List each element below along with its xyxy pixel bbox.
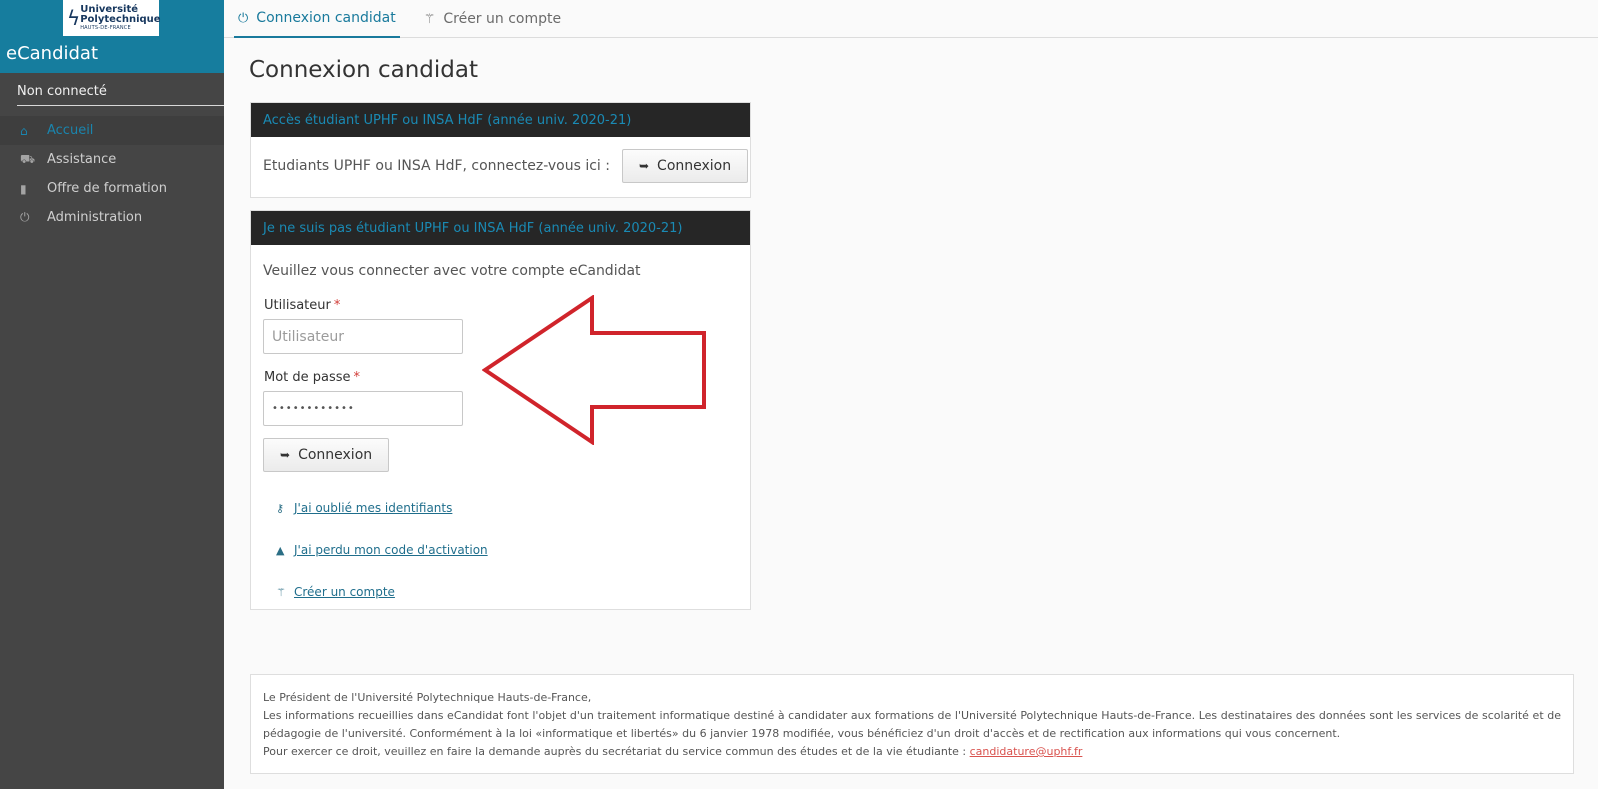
- power-icon: ⏻: [238, 10, 249, 26]
- username-label: Utilisateur *: [264, 298, 341, 313]
- sidebar-item-assistance[interactable]: ⛟ Assistance: [0, 145, 224, 174]
- tab-label: Connexion candidat: [256, 10, 396, 26]
- university-logo[interactable]: ϟ Université Polytechnique HAUTS-DE-FRAN…: [63, 0, 161, 36]
- username-input[interactable]: [263, 319, 463, 354]
- logo-line-2: Polytechnique: [80, 14, 161, 25]
- sign-in-icon: ➥: [638, 159, 650, 173]
- login-intro: Veuillez vous connecter avec votre compt…: [263, 263, 641, 279]
- sidebar-item-label: Administration: [47, 210, 143, 225]
- tab-label: Créer un compte: [443, 11, 562, 27]
- top-tabs: ⏻ Connexion candidat ⚚ Créer un compte: [224, 0, 1598, 38]
- sidebar-item-label: Offre de formation: [47, 181, 167, 196]
- page-title: Connexion candidat: [249, 57, 479, 83]
- password-input[interactable]: [263, 391, 463, 426]
- privacy-footer: Le Président de l'Université Polytechniq…: [250, 674, 1574, 774]
- lost-activation-code-link[interactable]: J'ai perdu mon code d'activation: [294, 543, 488, 557]
- power-icon: ⏻: [20, 210, 30, 224]
- user-status: Non connecté: [17, 84, 224, 106]
- button-label: Connexion: [657, 158, 732, 174]
- sign-in-icon: ➥: [280, 448, 291, 462]
- create-account-link[interactable]: Créer un compte: [294, 585, 395, 599]
- required-mark: *: [353, 370, 361, 385]
- home-icon: ⌂: [20, 123, 28, 138]
- footer-line-3: Pour exercer ce droit, veuillez en faire…: [263, 745, 967, 758]
- ambulance-icon: ⛟: [20, 151, 36, 166]
- magic-wand-icon: ⚚: [423, 11, 436, 27]
- app-title: eCandidat: [6, 43, 99, 64]
- student-connexion-button[interactable]: ➥ Connexion: [621, 149, 749, 183]
- sidebar-menu: ⌂ Accueil ⛟ Assistance ▮ Offre de format…: [0, 116, 224, 232]
- bookmark-icon: ▮: [20, 181, 27, 196]
- tab-creer-un-compte[interactable]: ⚚ Créer un compte: [420, 0, 565, 38]
- panel-header: Accès étudiant UPHF ou INSA HdF (année u…: [251, 103, 750, 137]
- password-label: Mot de passe *: [264, 370, 361, 385]
- panel-header: Je ne suis pas étudiant UPHF ou INSA HdF…: [251, 211, 750, 245]
- student-login-text: Etudiants UPHF ou INSA HdF, connectez-vo…: [263, 158, 610, 174]
- ecandidat-connexion-button[interactable]: ➥ Connexion: [263, 438, 390, 472]
- footer-line-2: Les informations recueillies dans eCandi…: [263, 709, 1561, 740]
- student-access-panel: Accès étudiant UPHF ou INSA HdF (année u…: [250, 102, 751, 198]
- footer-line-1: Le Président de l'Université Polytechniq…: [263, 691, 592, 704]
- sidebar-item-administration[interactable]: ⏻ Administration: [0, 203, 224, 232]
- ecandidat-login-panel: Je ne suis pas étudiant UPHF ou INSA HdF…: [250, 210, 751, 610]
- lock-icon: ▲: [276, 543, 285, 557]
- magic-wand-icon: ⚚: [276, 585, 286, 599]
- sidebar: ϟ Université Polytechnique HAUTS-DE-FRAN…: [0, 0, 224, 789]
- logo-line-3: HAUTS-DE-FRANCE: [80, 25, 131, 31]
- contact-email-link[interactable]: candidature@uphf.fr: [970, 745, 1083, 758]
- tab-connexion-candidat[interactable]: ⏻ Connexion candidat: [234, 0, 400, 38]
- sidebar-header: ϟ Université Polytechnique HAUTS-DE-FRAN…: [0, 0, 224, 73]
- button-label: Connexion: [298, 447, 373, 463]
- key-icon: ⚷: [276, 501, 285, 515]
- sidebar-item-offre-de-formation[interactable]: ▮ Offre de formation: [0, 174, 224, 203]
- forgot-credentials-link[interactable]: J'ai oublié mes identifiants: [294, 501, 452, 515]
- sidebar-item-accueil[interactable]: ⌂ Accueil: [0, 116, 224, 145]
- required-mark: *: [333, 298, 341, 313]
- logo-mark-icon: ϟ: [67, 6, 81, 30]
- sidebar-item-label: Accueil: [47, 123, 94, 138]
- sidebar-item-label: Assistance: [47, 152, 117, 167]
